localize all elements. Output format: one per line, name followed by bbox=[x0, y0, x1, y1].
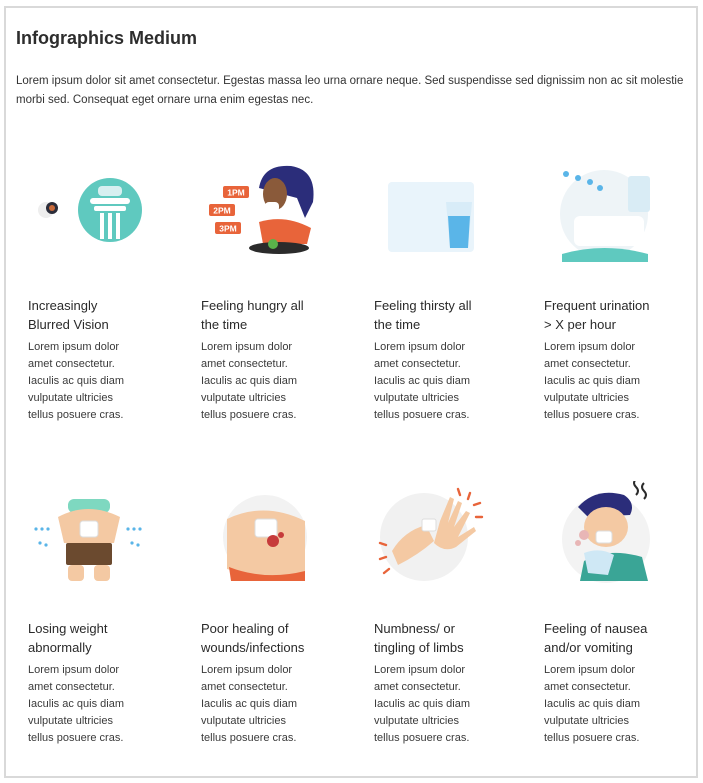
card-body: Lorem ipsum dolor amet consectetur. Iacu… bbox=[374, 662, 514, 747]
body-line: Iaculis ac quis diam bbox=[544, 698, 640, 710]
card-body: Lorem ipsum dolor amet consectetur. Iacu… bbox=[374, 339, 514, 424]
card-body: Lorem ipsum dolor amet consectetur. Iacu… bbox=[544, 339, 684, 424]
weight-loss-illustration bbox=[28, 481, 148, 591]
body-line: tellus posuere cras. bbox=[544, 409, 640, 421]
card-title-line2: tingling of limbs bbox=[374, 640, 464, 655]
body-line: Iaculis ac quis diam bbox=[544, 375, 640, 387]
card-title-line2: the time bbox=[201, 317, 248, 332]
thirsty-illustration bbox=[374, 158, 494, 268]
card-body: Lorem ipsum dolor amet consectetur. Iacu… bbox=[201, 339, 341, 424]
body-line: Lorem ipsum dolor bbox=[28, 341, 120, 353]
card-title-line1: Numbness/ or bbox=[374, 621, 455, 636]
body-line: tellus posuere cras. bbox=[374, 409, 470, 421]
body-line: Iaculis ac quis diam bbox=[28, 698, 124, 710]
body-line: vulputate ultricies bbox=[201, 392, 286, 404]
card-title-line2: and/or vomiting bbox=[544, 640, 633, 655]
card-title-line1: Feeling of nausea bbox=[544, 621, 648, 636]
body-line: vulputate ultricies bbox=[374, 715, 459, 727]
body-line: vulputate ultricies bbox=[374, 392, 459, 404]
body-line: Lorem ipsum dolor bbox=[374, 341, 466, 353]
card-body: Lorem ipsum dolor amet consectetur. Iacu… bbox=[28, 662, 168, 747]
body-line: amet consectetur. bbox=[28, 358, 115, 370]
body-line: tellus posuere cras. bbox=[201, 732, 297, 744]
body-line: amet consectetur. bbox=[201, 681, 288, 693]
numbness-illustration bbox=[374, 481, 494, 591]
symptom-grid: Increasingly Blurred Vision Lorem ipsum … bbox=[6, 8, 696, 776]
body-line: tellus posuere cras. bbox=[374, 732, 470, 744]
card-body: Lorem ipsum dolor amet consectetur. Iacu… bbox=[28, 339, 168, 424]
card-title-line2: abnormally bbox=[28, 640, 92, 655]
body-line: tellus posuere cras. bbox=[28, 732, 124, 744]
card-title-line1: Frequent urination bbox=[544, 298, 650, 313]
body-line: Iaculis ac quis diam bbox=[201, 698, 297, 710]
body-line: tellus posuere cras. bbox=[201, 409, 297, 421]
body-line: Lorem ipsum dolor bbox=[28, 664, 120, 676]
card-title-line1: Feeling hungry all bbox=[201, 298, 304, 313]
body-line: Lorem ipsum dolor bbox=[544, 341, 636, 353]
body-line: tellus posuere cras. bbox=[28, 409, 124, 421]
card-title-line1: Increasingly bbox=[28, 298, 98, 313]
card-title-line2: > X per hour bbox=[544, 317, 616, 332]
card-title-line1: Feeling thirsty all bbox=[374, 298, 472, 313]
body-line: vulputate ultricies bbox=[28, 715, 113, 727]
card-body: Lorem ipsum dolor amet consectetur. Iacu… bbox=[544, 662, 684, 747]
blurred-vision-illustration bbox=[28, 158, 148, 268]
body-line: Iaculis ac quis diam bbox=[28, 375, 124, 387]
body-line: amet consectetur. bbox=[544, 358, 631, 370]
card-title-line1: Poor healing of bbox=[201, 621, 289, 636]
card-body: Lorem ipsum dolor amet consectetur. Iacu… bbox=[201, 662, 341, 747]
card-title-line2: wounds/infections bbox=[201, 640, 305, 655]
hungry-illustration: 1PM 2PM 3PM bbox=[201, 158, 321, 268]
body-line: Lorem ipsum dolor bbox=[374, 664, 466, 676]
card-title-line1: Losing weight bbox=[28, 621, 108, 636]
card-title-line2: the time bbox=[374, 317, 421, 332]
body-line: amet consectetur. bbox=[544, 681, 631, 693]
infographic-panel: Infographics Medium Lorem ipsum dolor si… bbox=[4, 6, 698, 778]
body-line: Iaculis ac quis diam bbox=[374, 375, 470, 387]
body-line: amet consectetur. bbox=[201, 358, 288, 370]
body-line: Iaculis ac quis diam bbox=[374, 698, 470, 710]
time-label-2pm: 2PM bbox=[213, 206, 230, 216]
body-line: vulputate ultricies bbox=[28, 392, 113, 404]
body-line: amet consectetur. bbox=[374, 681, 461, 693]
time-label-1pm: 1PM bbox=[227, 188, 244, 198]
body-line: Lorem ipsum dolor bbox=[201, 664, 293, 676]
nausea-illustration bbox=[544, 481, 664, 591]
body-line: vulputate ultricies bbox=[544, 392, 629, 404]
time-label-3pm: 3PM bbox=[219, 224, 236, 234]
body-line: amet consectetur. bbox=[28, 681, 115, 693]
wound-illustration bbox=[201, 481, 321, 591]
body-line: Iaculis ac quis diam bbox=[201, 375, 297, 387]
body-line: tellus posuere cras. bbox=[544, 732, 640, 744]
body-line: vulputate ultricies bbox=[544, 715, 629, 727]
card-title-line2: Blurred Vision bbox=[28, 317, 109, 332]
body-line: Lorem ipsum dolor bbox=[544, 664, 636, 676]
urination-illustration bbox=[544, 158, 664, 268]
body-line: vulputate ultricies bbox=[201, 715, 286, 727]
body-line: Lorem ipsum dolor bbox=[201, 341, 293, 353]
body-line: amet consectetur. bbox=[374, 358, 461, 370]
